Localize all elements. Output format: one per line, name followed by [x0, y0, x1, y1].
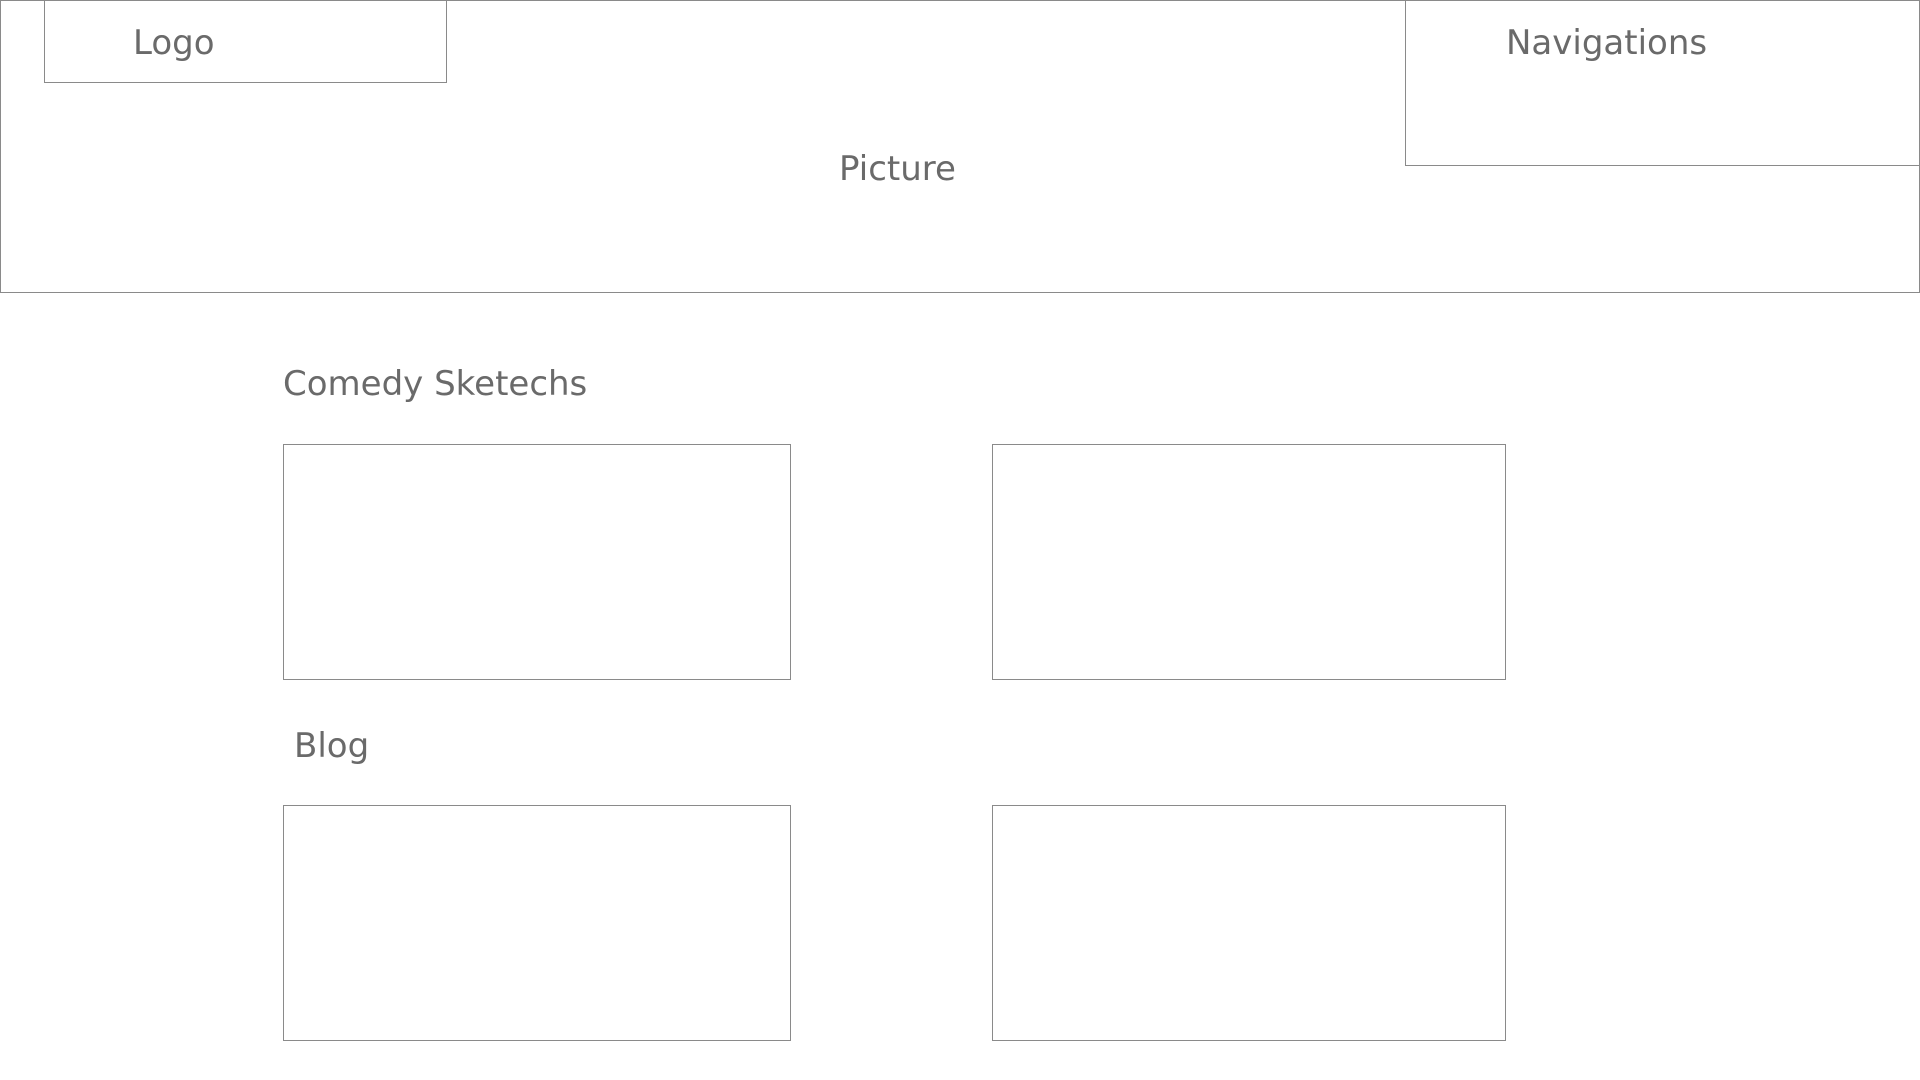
hero-picture-label: Picture: [839, 149, 956, 189]
logo-placeholder[interactable]: [44, 0, 447, 83]
logo-label: Logo: [133, 23, 215, 63]
navigation-label: Navigations: [1506, 23, 1708, 63]
comedy-section-heading: Comedy Sketechs: [283, 364, 588, 404]
comedy-card-2[interactable]: [992, 444, 1506, 680]
comedy-card-1[interactable]: [283, 444, 791, 680]
blog-card-1[interactable]: [283, 805, 791, 1041]
blog-card-2[interactable]: [992, 805, 1506, 1041]
blog-section-heading: Blog: [294, 726, 370, 766]
